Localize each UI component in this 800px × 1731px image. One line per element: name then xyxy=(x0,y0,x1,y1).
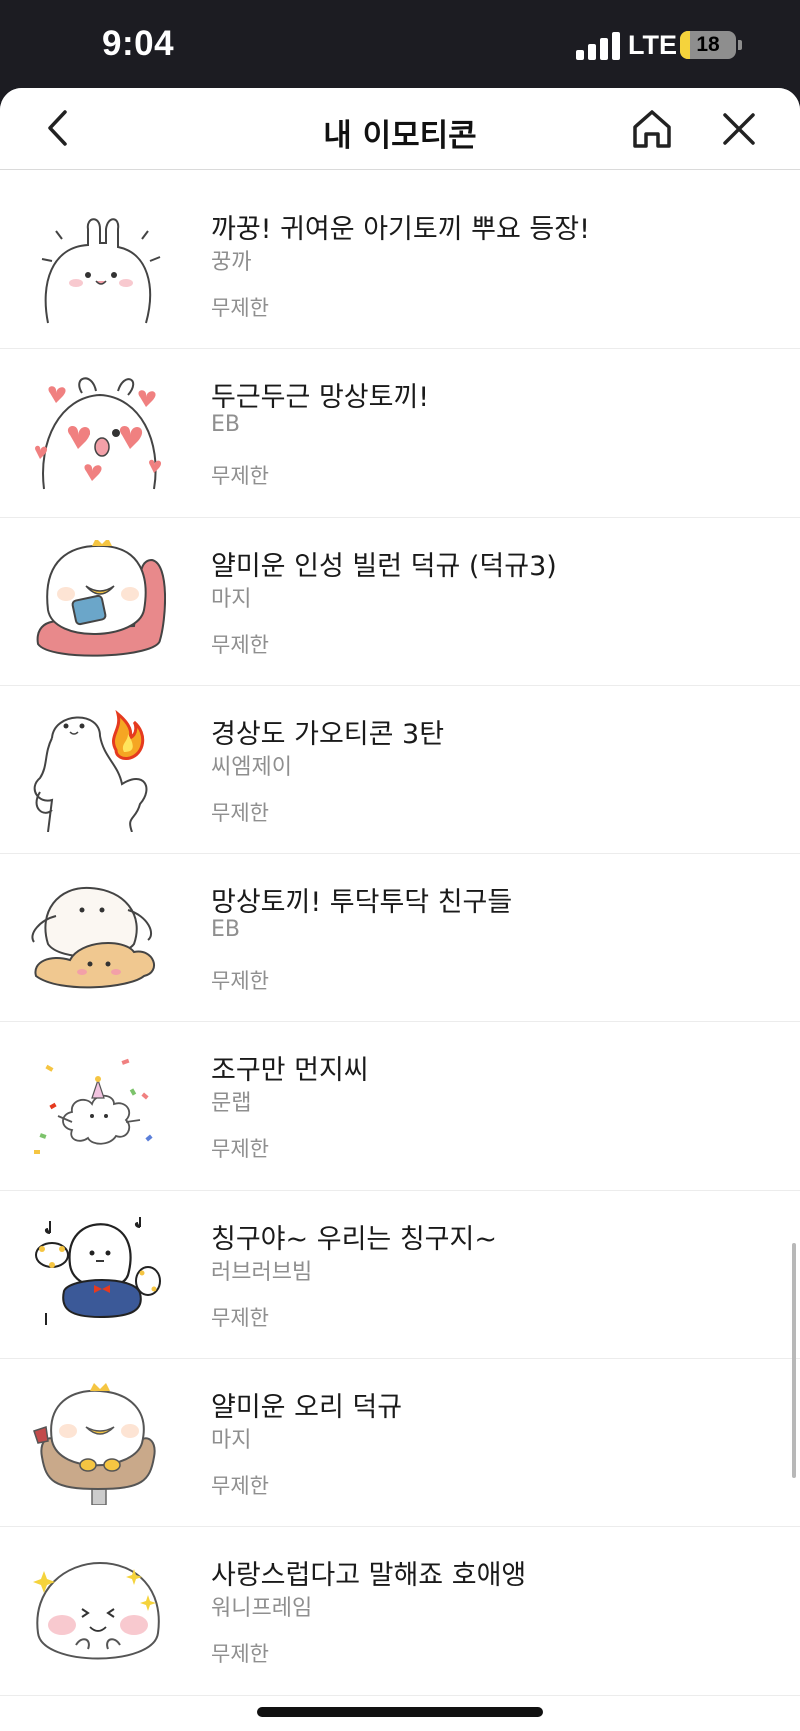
item-duration: 무제한 xyxy=(211,632,269,657)
home-indicator[interactable] xyxy=(257,1707,543,1717)
list-item[interactable]: 얄미운 인성 빌런 덕규 (덕규3) 마지 무제한 xyxy=(0,518,800,686)
item-duration: 무제한 xyxy=(211,296,269,320)
item-author: 씨엠제이 xyxy=(211,754,292,780)
item-author: 마지 xyxy=(211,1428,252,1454)
item-duration: 무제한 xyxy=(211,1642,269,1667)
item-duration: 무제한 xyxy=(211,969,269,994)
network-label: LTE xyxy=(628,30,677,60)
status-bar: 9:04 LTE 18 xyxy=(0,0,800,88)
item-title: 사랑스럽다고 말해죠 호애앵 xyxy=(211,1560,527,1592)
rabbit-friends-icon xyxy=(31,887,155,989)
item-author: EB xyxy=(211,412,240,438)
item-author: 꿍까 xyxy=(211,250,252,275)
item-duration: 무제한 xyxy=(211,1305,269,1330)
flexing-character-icon xyxy=(33,709,148,832)
item-duration: 무제한 xyxy=(211,800,269,825)
list-item[interactable]: 두근두근 망상토끼! EB 무제한 xyxy=(0,349,800,518)
item-duration: 무제한 xyxy=(211,464,269,489)
list-item[interactable]: 얄미운 오리 덕규 마지 무제한 xyxy=(0,1359,800,1528)
tambourine-character-icon xyxy=(35,1216,161,1325)
nav-bar: 내 이모티콘 xyxy=(0,88,800,170)
page-title: 내 이모티콘 xyxy=(323,118,477,154)
emoticon-sheet: 내 이모티콘 까꿍! 귀여운 아기토끼 뿌요 등장! 꿍까 무제한 두근두근 망… xyxy=(0,88,800,1731)
battery-icon: 18 xyxy=(680,31,736,59)
item-author: 마지 xyxy=(211,586,252,612)
list-item[interactable]: 경상도 가오티콘 3탄 씨엠제이 무제한 xyxy=(0,686,800,855)
blushing-character-icon xyxy=(33,1562,160,1660)
list-item[interactable]: 사랑스럽다고 말해죠 호애앵 워니프레임 무제한 xyxy=(0,1527,800,1696)
item-duration: 무제한 xyxy=(211,1474,269,1499)
dust-party-icon xyxy=(34,1059,153,1155)
close-icon[interactable] xyxy=(717,107,761,151)
item-title: 얄미운 오리 덕규 xyxy=(211,1392,403,1424)
status-time: 9:04 xyxy=(102,24,175,63)
signal-icon xyxy=(576,32,620,60)
baby-rabbit-icon xyxy=(41,218,161,324)
list-item[interactable]: 까꿍! 귀여운 아기토끼 뿌요 등장! 꿍까 무제한 xyxy=(0,181,800,350)
item-author: 문랩 xyxy=(211,1091,252,1117)
item-author: 워니프레임 xyxy=(211,1596,313,1622)
duck-in-chair-icon xyxy=(33,1383,156,1506)
battery-tip xyxy=(738,40,742,50)
scrollbar[interactable] xyxy=(792,1243,796,1478)
item-title: 망상토끼! 투닥투닥 친구들 xyxy=(211,887,513,919)
home-icon[interactable] xyxy=(628,105,676,153)
item-title: 얄미운 인성 빌런 덕규 (덕규3) xyxy=(211,550,557,582)
item-title: 까꿍! 귀여운 아기토끼 뿌요 등장! xyxy=(211,214,590,245)
item-title: 칭구야~ 우리는 칭구지~ xyxy=(211,1223,497,1255)
item-title: 조구만 먼지씨 xyxy=(211,1055,369,1087)
item-author: 러브러브빔 xyxy=(211,1259,313,1285)
rabbit-hearts-icon xyxy=(35,377,162,490)
emoticon-list: 까꿍! 귀여운 아기토끼 뿌요 등장! 꿍까 무제한 두근두근 망상토끼! EB… xyxy=(0,181,800,1696)
item-duration: 무제한 xyxy=(211,1137,269,1162)
list-item[interactable]: 칭구야~ 우리는 칭구지~ 러브러브빔 무제한 xyxy=(0,1191,800,1360)
item-title: 두근두근 망상토끼! xyxy=(211,382,430,414)
item-author: EB xyxy=(211,917,240,943)
battery-level: 18 xyxy=(696,33,720,56)
list-item[interactable]: 조구만 먼지씨 문랩 무제한 xyxy=(0,1022,800,1191)
list-item[interactable]: 망상토끼! 투닥투닥 친구들 EB 무제한 xyxy=(0,854,800,1023)
item-title: 경상도 가오티콘 3탄 xyxy=(211,718,445,750)
duck-on-cushion-icon xyxy=(36,539,166,657)
